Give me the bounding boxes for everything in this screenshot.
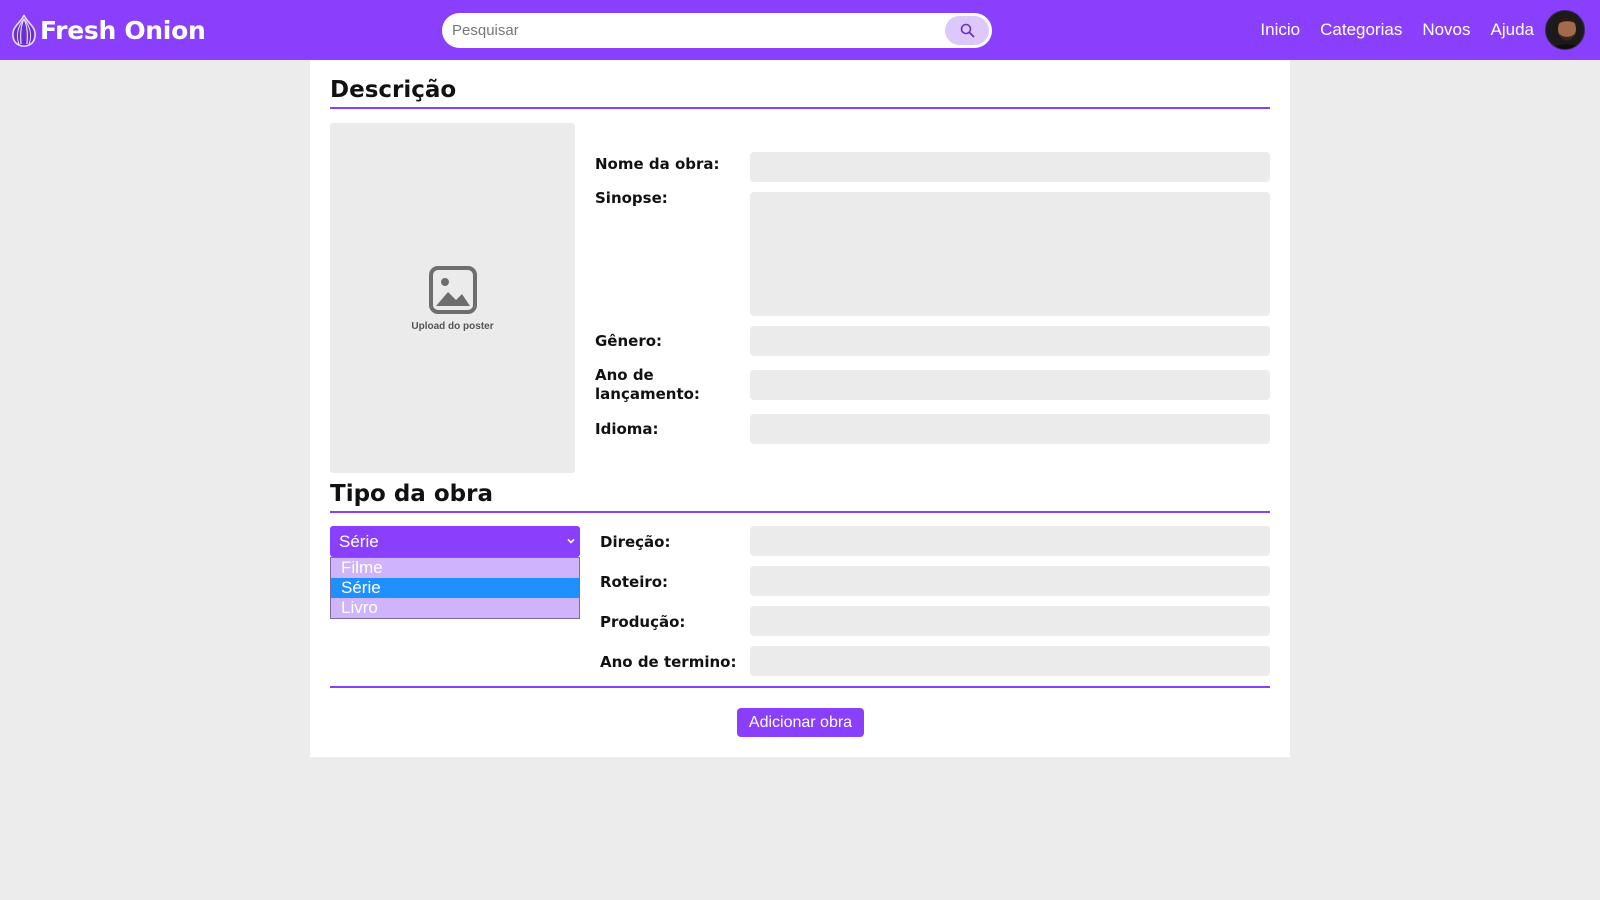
nav-link-categorias[interactable]: Categorias: [1320, 20, 1402, 40]
label-sinopse: Sinopse:: [595, 189, 668, 207]
label-ano-de-termino: Ano de termino:: [600, 653, 737, 671]
form-bottom-divider: [330, 686, 1270, 688]
nav-link-novos[interactable]: Novos: [1422, 20, 1470, 40]
nome-da-obra-input[interactable]: [750, 152, 1270, 182]
section-divider: [330, 511, 1270, 513]
tipo-da-obra-options: Filme Série Livro: [330, 557, 580, 619]
add-work-form: Descrição Upload do poster Nome da obra:…: [310, 60, 1290, 757]
label-nome-da-obra: Nome da obra:: [595, 155, 720, 173]
option-filme[interactable]: Filme: [331, 558, 579, 578]
label-genero: Gênero:: [595, 332, 663, 350]
search-icon: [960, 23, 974, 38]
search-button[interactable]: [945, 16, 989, 45]
section-divider: [330, 107, 1270, 109]
direcao-input[interactable]: [750, 526, 1270, 556]
tipo-da-obra-select[interactable]: Série: [330, 526, 580, 557]
label-ano-de-lancamento-line1: Ano de: [595, 366, 654, 384]
roteiro-input[interactable]: [750, 566, 1270, 596]
producao-input[interactable]: [750, 606, 1270, 636]
avatar-photo: [1546, 11, 1584, 49]
label-roteiro: Roteiro:: [600, 573, 669, 591]
idioma-input[interactable]: [750, 414, 1270, 444]
main-nav: Inicio Categorias Novos Ajuda: [1260, 0, 1534, 60]
label-producao: Produção:: [600, 613, 686, 631]
nav-link-ajuda[interactable]: Ajuda: [1491, 20, 1534, 40]
label-direcao: Direção:: [600, 533, 671, 551]
poster-upload-caption: Upload do poster: [411, 320, 494, 332]
ano-de-termino-input[interactable]: [750, 646, 1270, 676]
adicionar-obra-button[interactable]: Adicionar obra: [737, 708, 864, 737]
top-navbar: Fresh Onion Inicio Categorias Novos Ajud…: [0, 0, 1600, 60]
search-input[interactable]: [452, 13, 932, 48]
label-ano-de-lancamento-line2: lançamento:: [595, 385, 700, 403]
onion-icon: [12, 14, 36, 47]
genero-input[interactable]: [750, 326, 1270, 356]
image-icon: [428, 265, 477, 314]
section-title-descricao: Descrição: [330, 77, 457, 103]
user-avatar[interactable]: [1545, 10, 1585, 50]
nav-link-inicio[interactable]: Inicio: [1260, 20, 1300, 40]
section-title-tipo-da-obra: Tipo da obra: [330, 481, 493, 507]
tipo-da-obra-selected-value: Série: [339, 531, 379, 551]
brand-logo[interactable]: Fresh Onion: [10, 13, 206, 47]
poster-upload[interactable]: Upload do poster: [330, 123, 575, 473]
brand-name: Fresh Onion: [40, 15, 206, 45]
chevron-down-icon: [567, 538, 575, 544]
ano-de-lancamento-input[interactable]: [750, 370, 1270, 400]
option-serie[interactable]: Série: [331, 578, 579, 598]
search-bar: [442, 13, 992, 48]
sinopse-textarea[interactable]: [750, 192, 1270, 316]
label-idioma: Idioma:: [595, 420, 659, 438]
option-livro[interactable]: Livro: [331, 598, 579, 618]
